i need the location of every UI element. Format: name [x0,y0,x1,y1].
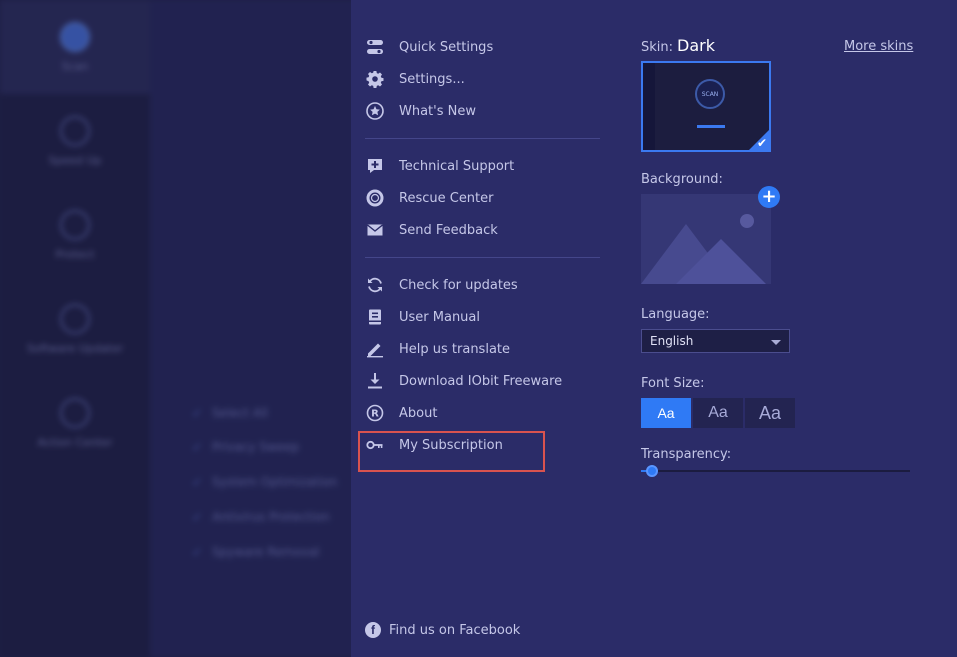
bg-sidebar-item-software-updater: Software Updater [0,282,150,376]
menu-item-rescue-center[interactable]: Rescue Center [365,185,494,211]
support-plus-icon [365,156,385,176]
font-size-large-button[interactable]: Aa [745,398,795,428]
bg-check-select-all: Select All [192,406,268,420]
menu-item-label: Settings... [399,71,465,87]
menu-item-settings[interactable]: Settings... [365,66,465,92]
skin-preview-scan: SCAN [695,79,725,109]
skin-value: Dark [677,36,715,55]
skin-preview-bar [697,125,725,128]
registered-icon: R [365,403,385,423]
more-skins-link[interactable]: More skins [844,39,913,54]
background-thumbnail[interactable] [641,194,771,284]
language-select[interactable]: English [641,329,790,353]
download-icon [365,371,385,391]
bg-sidebar-item-scan: Scan [0,0,150,94]
slider-handle[interactable] [645,465,658,477]
menu-divider [365,138,600,139]
menu-item-label: Technical Support [399,158,515,174]
gear-icon [365,69,385,89]
background-label: Background: [641,172,723,187]
menu-item-label: About [399,405,438,421]
font-size-small-button[interactable]: Aa [641,398,691,428]
menu-divider [365,257,600,258]
facebook-icon: f [365,622,381,638]
menu-item-label: What's New [399,103,476,119]
add-background-button[interactable]: + [758,186,780,208]
menu-item-label: User Manual [399,309,481,325]
checkmark-icon: ✔ [756,136,767,150]
pencil-icon [365,339,385,359]
mountain-image-icon [641,214,766,284]
menu-item-whats-new[interactable]: What's New [365,98,476,124]
transparency-slider[interactable] [641,465,910,477]
bg-sidebar-item-protect: Protect [0,188,150,282]
manual-icon [365,307,385,327]
menu-item-label: Rescue Center [399,190,494,206]
star-icon [365,101,385,121]
chevron-down-icon [771,340,781,345]
menu-item-label: Download IObit Freeware [399,373,563,389]
menu-item-send-feedback[interactable]: Send Feedback [365,217,498,243]
menu-item-quick-settings[interactable]: Quick Settings [365,34,493,60]
facebook-label: Find us on Facebook [389,622,521,638]
svg-text:R: R [371,409,379,420]
bg-check-system: System Optimization [192,475,337,489]
language-label: Language: [641,307,710,322]
settings-menu-panel: Quick Settings Settings... What's New Te… [351,0,957,657]
language-value: English [650,334,694,348]
toggle-icon [365,37,385,57]
bg-check-spyware: Spyware Removal [192,545,319,559]
menu-item-technical-support[interactable]: Technical Support [365,153,514,179]
skin-row: Skin: Dark [641,36,715,55]
skin-preview-sidebar [643,63,655,150]
menu-item-user-manual[interactable]: User Manual [365,304,480,330]
transparency-label: Transparency: [641,447,732,462]
menu-item-download-freeware[interactable]: Download IObit Freeware [365,368,562,394]
bg-check-privacy: Privacy Sweep [192,440,299,454]
skin-thumbnail-dark[interactable]: SCAN ✔ [641,61,771,152]
bg-sidebar-item-speed-up: Speed Up [0,94,150,188]
refresh-icon [365,275,385,295]
facebook-link[interactable]: f Find us on Facebook [365,622,520,638]
font-size-label: Font Size: [641,376,705,391]
menu-item-label: Help us translate [399,341,511,357]
lifebuoy-icon [365,188,385,208]
font-size-medium-button[interactable]: Aa [693,398,743,428]
menu-item-check-updates[interactable]: Check for updates [365,272,518,298]
highlight-box [358,431,545,472]
menu-item-label: Send Feedback [399,222,498,238]
menu-item-label: Quick Settings [399,39,494,55]
bg-check-antivirus: Antivirus Protection [192,510,330,524]
background-sidebar: Scan Speed Up Protect Software Updater A… [0,0,150,657]
bg-sidebar-item-action-center: Action Center [0,376,150,470]
menu-item-help-translate[interactable]: Help us translate [365,336,510,362]
envelope-icon [365,220,385,240]
menu-item-about[interactable]: R About [365,400,437,426]
menu-item-label: Check for updates [399,277,518,293]
skin-label: Skin: [641,40,674,55]
